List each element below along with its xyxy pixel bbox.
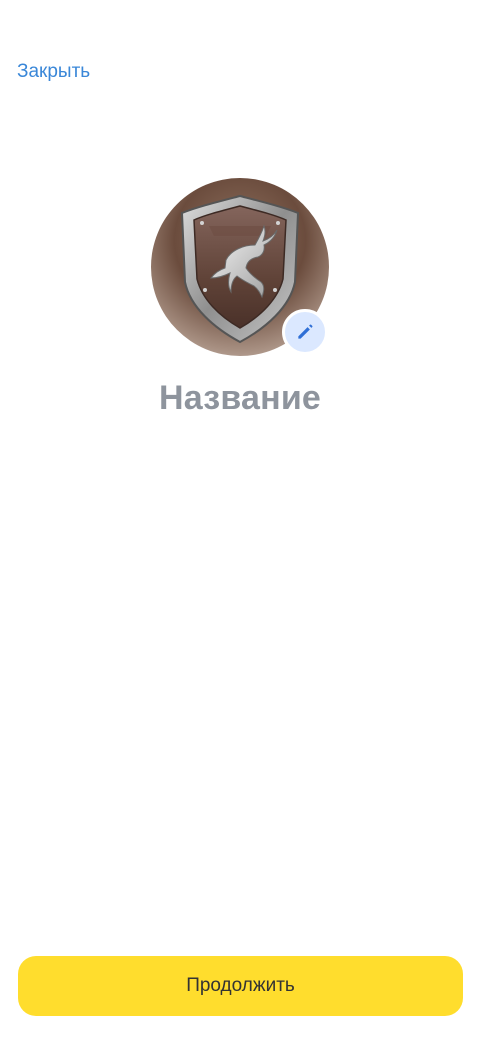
page-title: Название xyxy=(158,379,322,417)
create-name-screen: Закрыть Название Продолжить xyxy=(0,0,480,1043)
pencil-icon xyxy=(298,324,313,339)
close-button[interactable]: Закрыть xyxy=(17,61,90,83)
edit-avatar-button[interactable] xyxy=(282,309,328,355)
continue-button[interactable]: Продолжить xyxy=(18,956,463,1016)
